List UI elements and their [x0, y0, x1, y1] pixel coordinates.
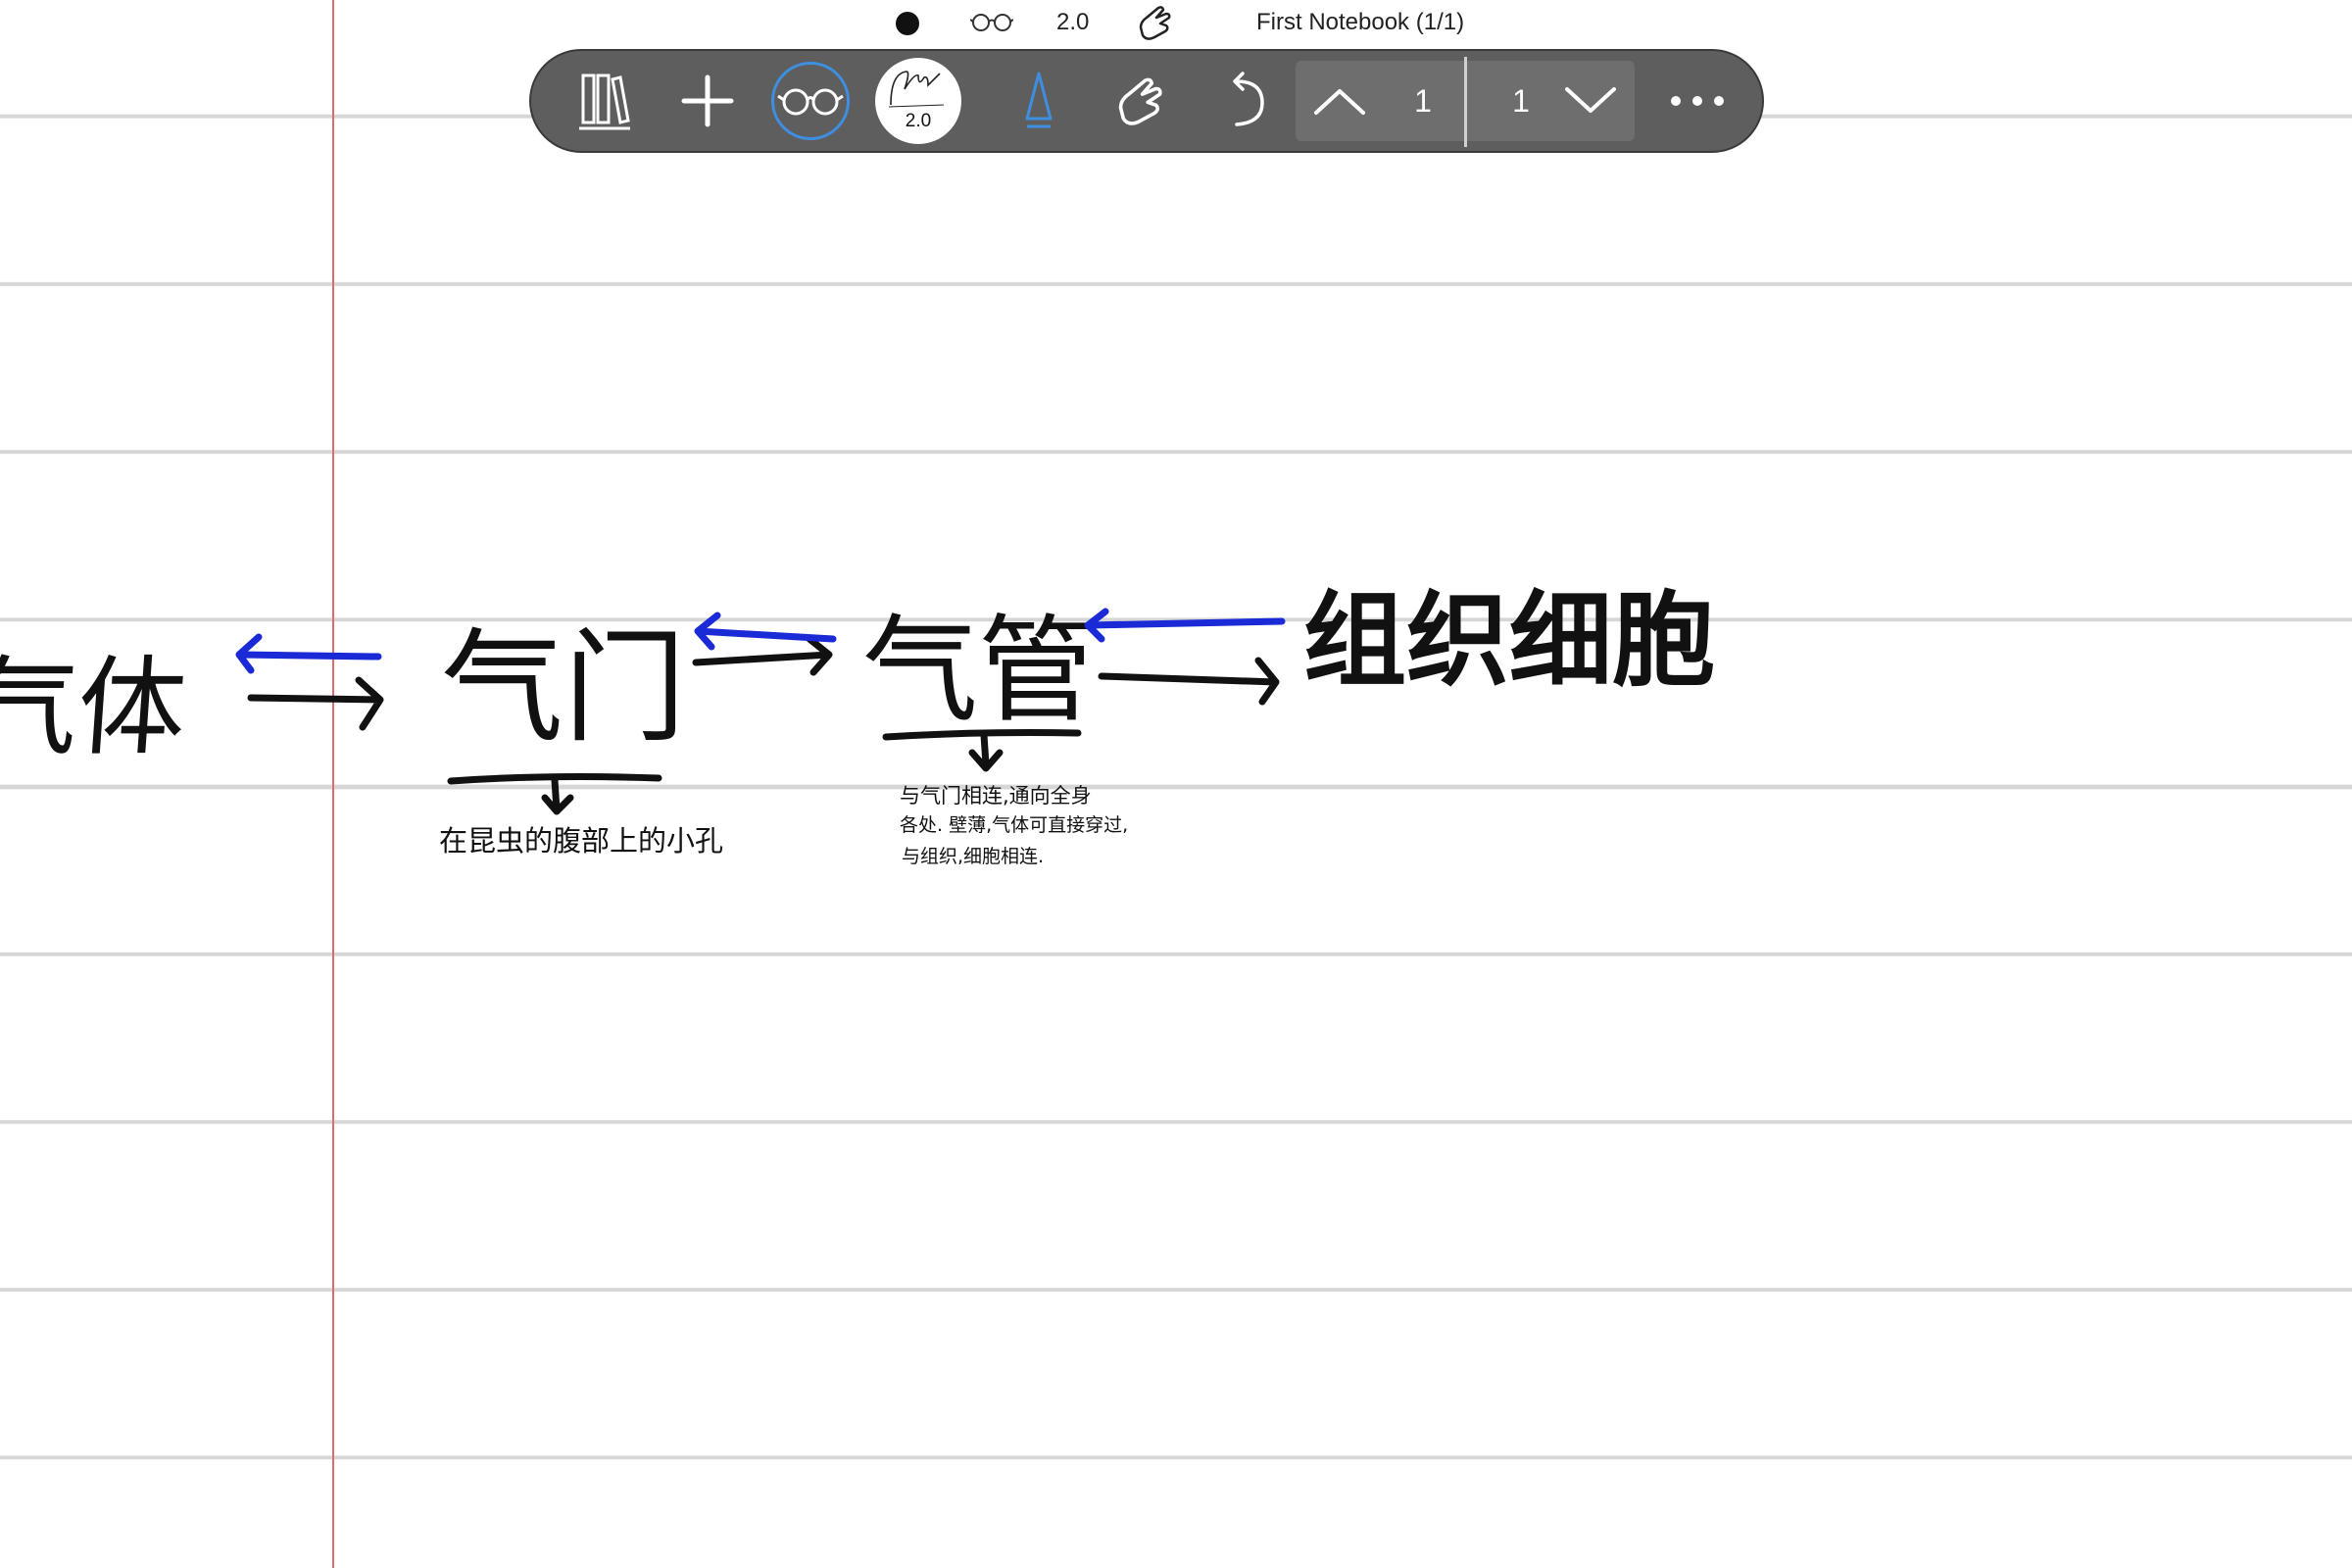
arrow-gas-to-spiracle: [235, 633, 384, 731]
note-spiracle: 在昆虫的腹部上的小孔: [439, 824, 723, 858]
handwritten-trachea: 气管: [862, 603, 1094, 738]
note-trachea-line2: 各处. 壁薄,气体可直接穿过,: [900, 814, 1128, 836]
arrow-spiracle-to-trachea: [692, 612, 837, 676]
handwritten-gas: 气体: [0, 645, 190, 770]
arrow-trachea-to-cells: [1084, 608, 1286, 706]
handwritten-tissue-cells: 组织细胞: [1303, 581, 1715, 701]
handwriting-canvas: 气体 气门 气管 组织细胞 在昆虫的腹部上的小孔 与气门相连,通向全身 各处. …: [0, 581, 1715, 867]
note-trachea-line1: 与气门相连,通向全身: [900, 784, 1092, 808]
note-trachea-line3: 与组织,细胞相连.: [902, 846, 1044, 867]
spiracle-underline-arrow: [447, 773, 662, 815]
handwritten-spiracle: 气门: [441, 617, 686, 760]
